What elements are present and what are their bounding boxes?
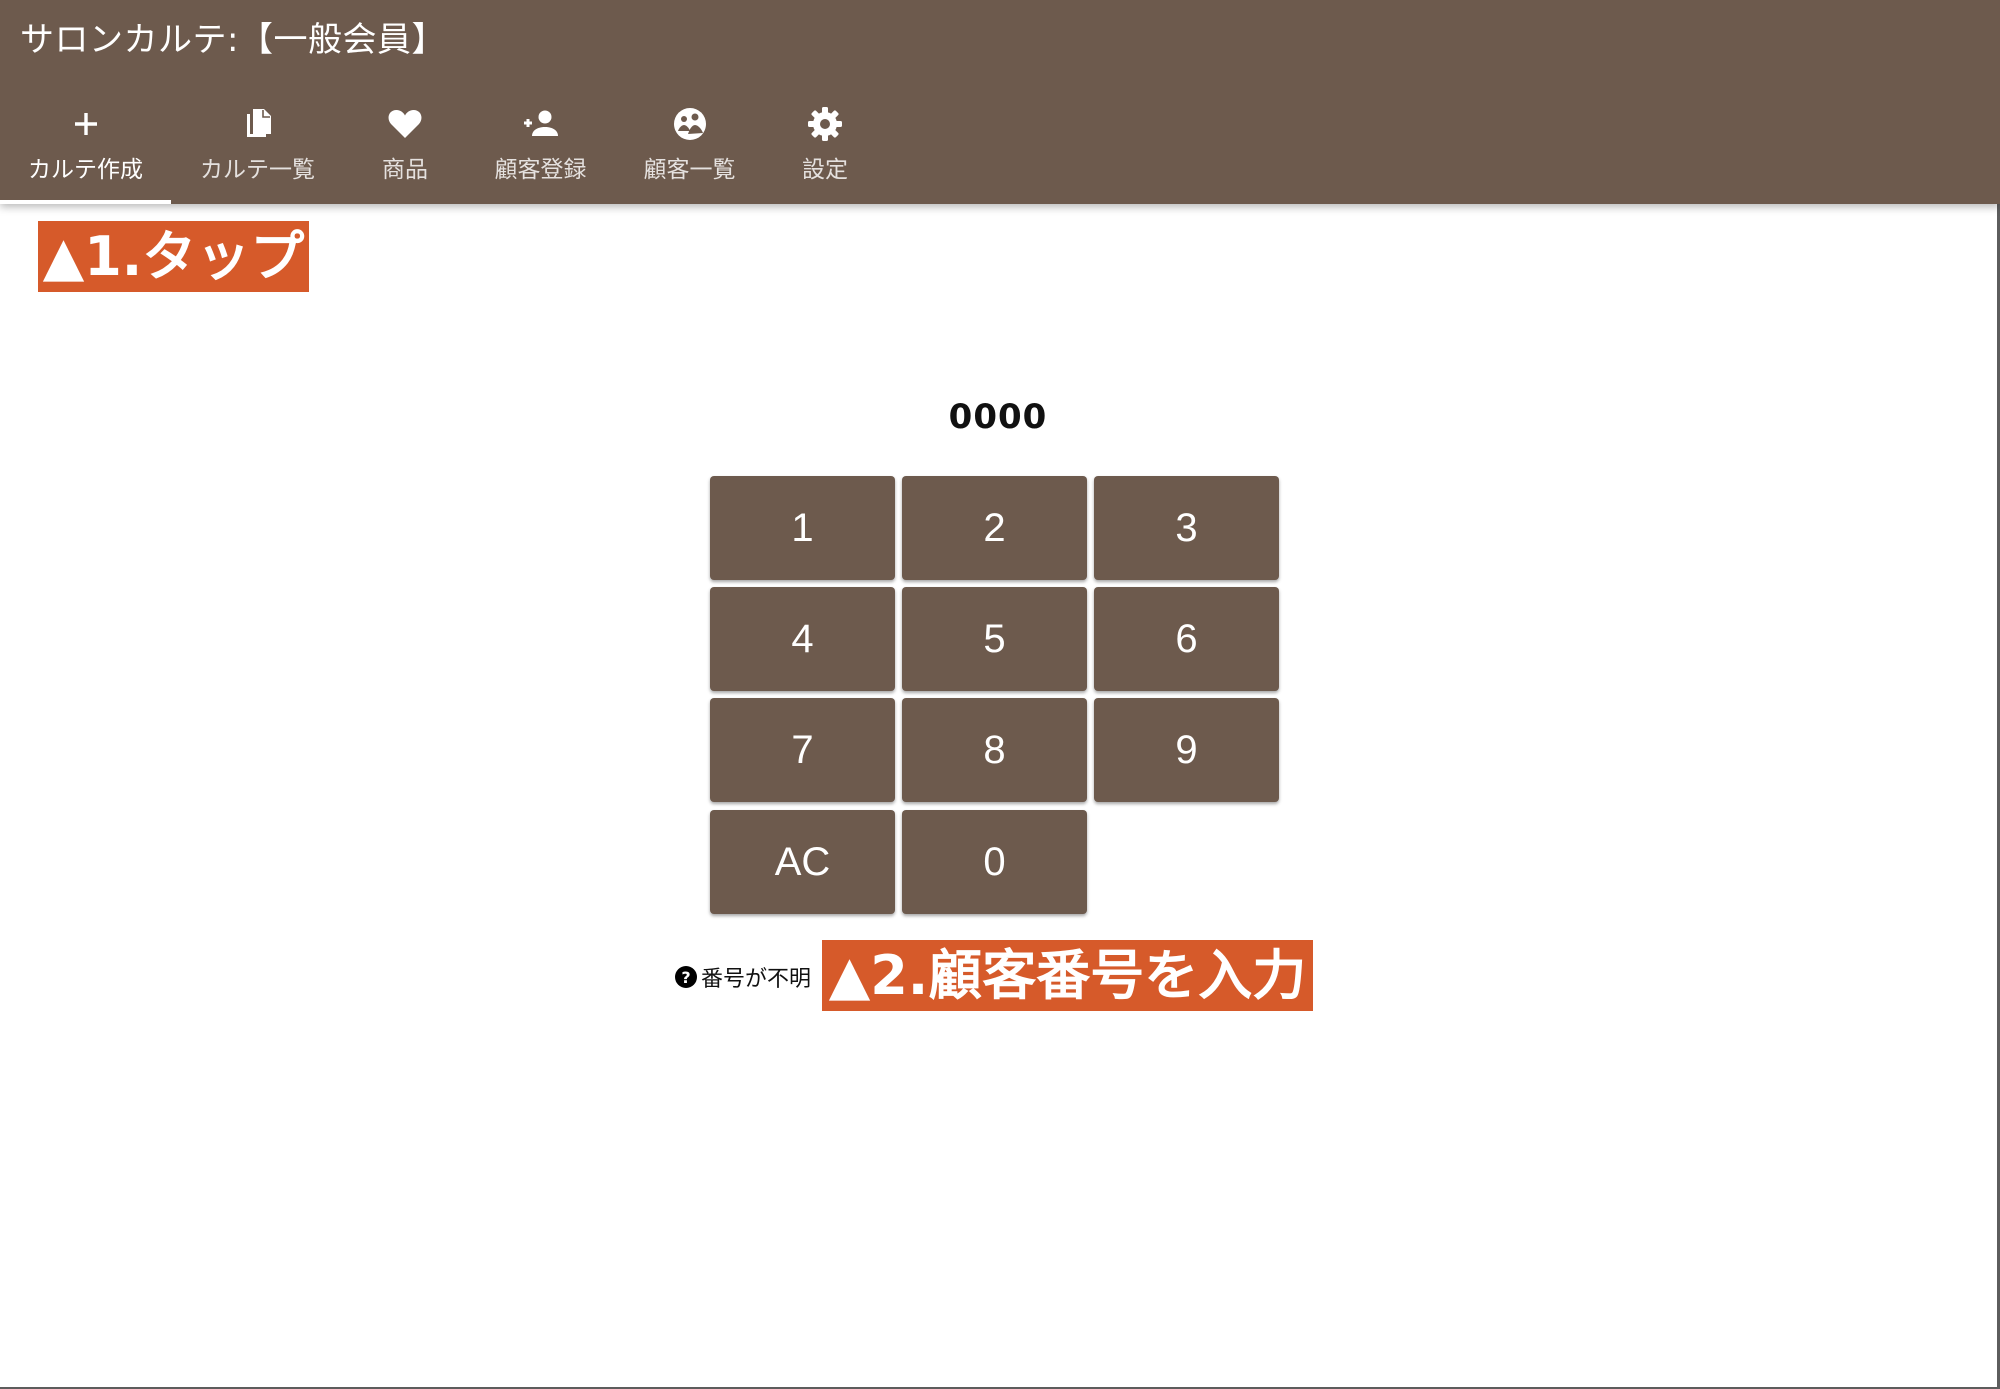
tab-create-chart[interactable]: カルテ作成 [0, 94, 171, 204]
tab-label: カルテ作成 [28, 157, 143, 183]
keypad-key-4[interactable]: 4 [710, 587, 895, 691]
app-title: サロンカルテ:【一般会員】 [20, 20, 446, 60]
tab-customer-register[interactable]: 顧客登録 [466, 94, 615, 204]
unknown-number-help-link[interactable]: ? 番号が不明 [675, 960, 811, 994]
tab-settings[interactable]: 設定 [764, 94, 886, 204]
keypad-key-7[interactable]: 7 [710, 698, 895, 802]
step1-annotation: ▲1.タップ [38, 221, 309, 292]
keypad-key-5[interactable]: 5 [902, 587, 1087, 691]
tab-customer-list[interactable]: 顧客一覧 [615, 94, 764, 204]
tab-chart-list[interactable]: カルテ一覧 [171, 94, 344, 204]
tab-products[interactable]: 商品 [344, 94, 466, 204]
app-header: サロンカルテ:【一般会員】 カルテ作成 カルテ一覧 商品 顧客登録 顧客一覧 設… [0, 0, 2000, 204]
tab-label: 顧客登録 [494, 157, 587, 183]
question-circle-icon: ? [675, 966, 697, 988]
tab-label: 設定 [802, 157, 848, 183]
keypad-key-0[interactable]: 0 [902, 810, 1087, 914]
active-tab-indicator [0, 200, 171, 204]
tab-label: 商品 [382, 157, 428, 183]
gear-icon [805, 104, 845, 144]
keypad-key-6[interactable]: 6 [1094, 587, 1279, 691]
heart-icon [385, 104, 425, 144]
customer-number-display: 0000 [948, 397, 1048, 437]
step2-annotation: ▲2.顧客番号を入力 [822, 940, 1313, 1011]
keypad-key-3[interactable]: 3 [1094, 476, 1279, 580]
copy-document-icon [238, 104, 278, 144]
group-icon [670, 104, 710, 144]
tab-label: カルテ一覧 [200, 157, 315, 183]
keypad-key-2[interactable]: 2 [902, 476, 1087, 580]
person-add-icon [521, 104, 561, 144]
keypad-key-clear[interactable]: AC [710, 810, 895, 914]
keypad-key-9[interactable]: 9 [1094, 698, 1279, 802]
tab-label: 顧客一覧 [643, 157, 736, 183]
keypad-key-8[interactable]: 8 [902, 698, 1087, 802]
help-text: 番号が不明 [701, 967, 812, 992]
keypad-key-1[interactable]: 1 [710, 476, 895, 580]
plus-icon [66, 104, 106, 144]
